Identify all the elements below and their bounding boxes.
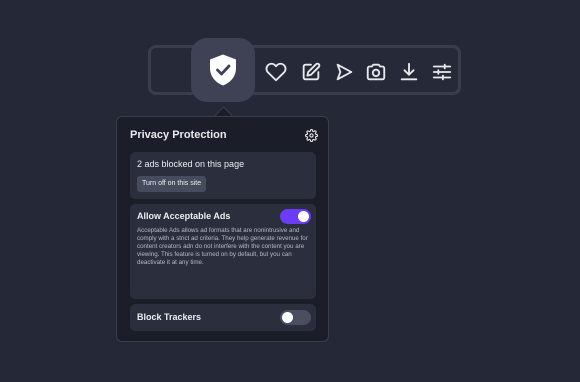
- shield-check-icon: [210, 54, 236, 86]
- heart-icon[interactable]: [264, 60, 288, 84]
- edit-icon[interactable]: [299, 60, 323, 84]
- block-trackers-label: Block Trackers: [137, 312, 202, 322]
- acceptable-ads-card: Allow Acceptable Ads Acceptable Ads allo…: [130, 204, 316, 299]
- acceptable-ads-description: Acceptable Ads allows ad formats that ar…: [137, 227, 308, 266]
- acceptable-ads-label: Allow Acceptable Ads: [137, 211, 231, 221]
- privacy-shield-button[interactable]: [191, 38, 255, 102]
- popover-title: Privacy Protection: [130, 129, 227, 141]
- toggle-knob: [298, 211, 309, 222]
- sliders-icon[interactable]: [430, 60, 454, 84]
- acceptable-ads-toggle[interactable]: [280, 209, 311, 224]
- download-icon[interactable]: [397, 60, 421, 84]
- ads-blocked-card: 2 ads blocked on this page Turn off on t…: [130, 152, 316, 199]
- toggle-knob: [282, 312, 293, 323]
- privacy-protection-popover: Privacy Protection 2 ads blocked on this…: [116, 116, 329, 342]
- gear-icon[interactable]: [305, 129, 318, 142]
- block-trackers-card: Block Trackers: [130, 304, 316, 331]
- send-icon[interactable]: [332, 60, 356, 84]
- camera-icon[interactable]: [364, 60, 388, 84]
- block-trackers-toggle[interactable]: [280, 310, 311, 325]
- ads-blocked-count: 2 ads blocked on this page: [137, 159, 245, 169]
- turn-off-on-site-button[interactable]: Turn off on this site: [137, 176, 207, 192]
